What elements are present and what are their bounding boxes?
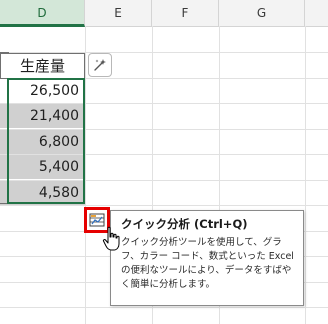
data-cell[interactable]: 21,400 <box>0 104 85 128</box>
quick-analysis-icon <box>89 213 105 227</box>
gridline <box>0 307 328 308</box>
header-cell-production[interactable]: 生産量 <box>0 53 85 79</box>
sparkle-icon <box>94 59 106 71</box>
column-header-f[interactable]: F <box>152 0 219 26</box>
data-cell[interactable]: 5,400 <box>0 155 85 179</box>
analyze-data-button[interactable] <box>88 53 112 77</box>
data-cell[interactable]: 26,500 <box>0 79 85 103</box>
column-header-e[interactable]: E <box>85 0 152 26</box>
data-cell[interactable]: 6,800 <box>0 130 85 154</box>
table-left-border <box>0 52 9 204</box>
quick-analysis-tooltip: クイック分析 (Ctrl+Q) クイック分析ツールを使用して、グラフ、カラー コ… <box>110 210 304 306</box>
gridline <box>85 26 86 324</box>
data-cell[interactable]: 4,580 <box>0 181 85 205</box>
tooltip-body: クイック分析ツールを使用して、グラフ、カラー コード、数式といった Excel … <box>121 237 294 290</box>
column-header-d[interactable]: D <box>0 0 85 27</box>
hand-pointer-icon <box>102 226 120 251</box>
tooltip-title: クイック分析 (Ctrl+Q) <box>121 217 248 231</box>
column-header-row: D E F G <box>0 0 328 27</box>
column-header-g[interactable]: G <box>219 0 305 26</box>
gridline <box>305 26 306 324</box>
gridline <box>0 205 328 206</box>
